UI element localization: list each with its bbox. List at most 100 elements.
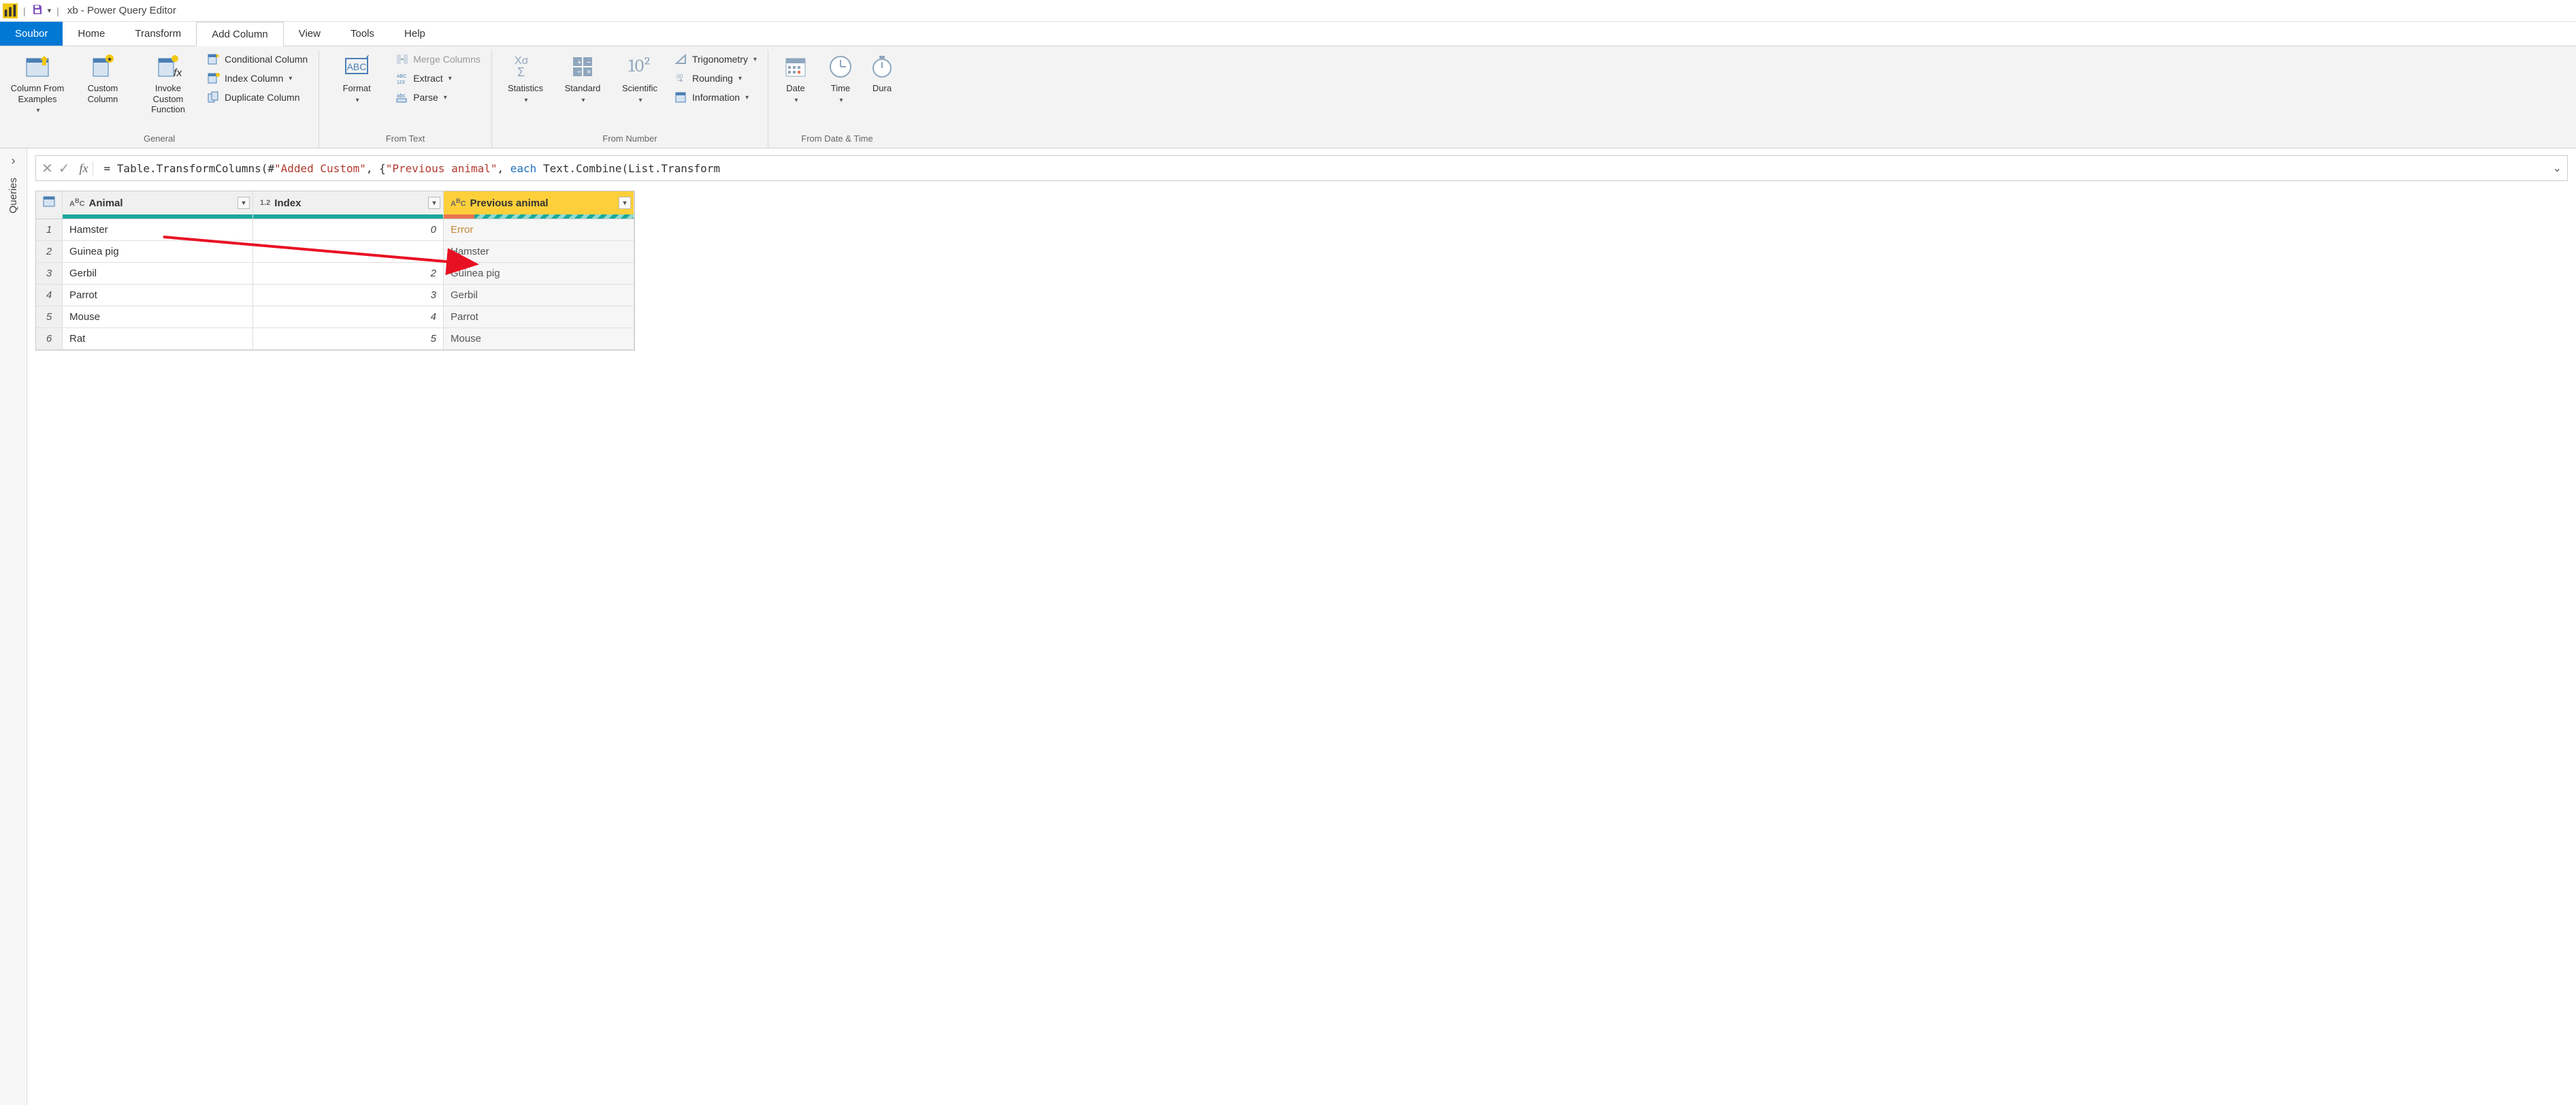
statistics-button[interactable]: XσΣ Statistics ▾	[499, 50, 552, 108]
cell-previous-animal[interactable]: Gerbil	[444, 285, 634, 306]
table-row[interactable]: 3Gerbil2Guinea pig	[36, 263, 634, 285]
duplicate-column-icon	[207, 91, 221, 104]
cell-previous-animal[interactable]: Hamster	[444, 241, 634, 263]
tab-view[interactable]: View	[284, 22, 336, 46]
duplicate-column-button[interactable]: Duplicate Column	[203, 89, 304, 106]
cell-index[interactable]: 5	[253, 328, 444, 350]
queries-label: Queries	[7, 178, 19, 214]
table-row[interactable]: 1Hamster0Error	[36, 219, 634, 241]
cell-index[interactable]: 2	[253, 263, 444, 285]
cell-animal[interactable]: Hamster	[63, 219, 253, 241]
tab-transform[interactable]: Transform	[120, 22, 196, 46]
cell-animal[interactable]: Parrot	[63, 285, 253, 306]
label: Conditional Column	[225, 54, 308, 65]
table-row[interactable]: 4Parrot3Gerbil	[36, 285, 634, 306]
cell-index[interactable]: 0	[253, 219, 444, 241]
information-button[interactable]: Information ▾	[670, 89, 753, 106]
scientific-icon: 10²	[626, 53, 653, 80]
tab-file[interactable]: Soubor	[0, 22, 63, 46]
row-number[interactable]: 1	[36, 219, 63, 241]
commit-formula-button[interactable]: ✓	[59, 160, 70, 177]
rounding-button[interactable]: .00 Rounding ▾	[670, 69, 746, 87]
svg-text:abc: abc	[397, 93, 406, 99]
row-number[interactable]: 6	[36, 328, 63, 350]
cell-index[interactable]	[253, 241, 444, 263]
tab-home[interactable]: Home	[63, 22, 120, 46]
tab-tools[interactable]: Tools	[336, 22, 389, 46]
svg-text:ABC: ABC	[347, 61, 367, 72]
cell-animal[interactable]: Guinea pig	[63, 241, 253, 263]
standard-button[interactable]: +−÷× Standard ▾	[556, 50, 609, 108]
label: Invoke Custom Function	[139, 83, 197, 115]
expand-formula-button[interactable]: ⌄	[2553, 161, 2562, 175]
data-grid: ABC Animal ▾ 1.2 Index ▾	[35, 191, 635, 351]
formula-segment: each	[510, 162, 537, 175]
qat-dropdown[interactable]: ▾	[48, 6, 52, 15]
svg-text:★: ★	[107, 56, 112, 63]
row-number[interactable]: 4	[36, 285, 63, 306]
label: Extract	[413, 73, 443, 84]
merge-columns-icon	[395, 52, 409, 66]
cell-animal[interactable]: Rat	[63, 328, 253, 350]
formula-segment: , {	[366, 162, 386, 175]
tab-help[interactable]: Help	[389, 22, 440, 46]
conditional-column-button[interactable]: Conditional Column	[203, 50, 312, 68]
merge-columns-button[interactable]: Merge Columns	[391, 50, 485, 68]
invoke-function-icon: fx	[154, 53, 182, 80]
custom-column-button[interactable]: ★ Custom Column	[72, 50, 133, 107]
formula-input[interactable]: = Table.TransformColumns(#"Added Custom"…	[99, 162, 2547, 175]
conditional-column-icon	[207, 52, 221, 66]
cell-previous-animal[interactable]: Error	[444, 219, 634, 241]
type-icon: ABC	[69, 197, 85, 208]
filter-dropdown[interactable]: ▾	[428, 197, 440, 209]
date-button[interactable]: Date ▾	[775, 50, 816, 108]
time-button[interactable]: Time ▾	[820, 50, 861, 108]
cancel-formula-button[interactable]: ✕	[42, 160, 53, 177]
cell-index[interactable]: 3	[253, 285, 444, 306]
table-row[interactable]: 5Mouse4Parrot	[36, 306, 634, 328]
column-header-animal[interactable]: ABC Animal ▾	[63, 191, 253, 214]
separator: |	[23, 5, 26, 16]
row-number[interactable]: 5	[36, 306, 63, 328]
svg-text:123: 123	[397, 80, 405, 85]
column-header-index[interactable]: 1.2 Index ▾	[253, 191, 444, 214]
column-name: Animal	[89, 197, 123, 209]
parse-button[interactable]: abc Parse ▾	[391, 89, 451, 106]
trigonometry-button[interactable]: Trigonometry ▾	[670, 50, 761, 68]
filter-dropdown[interactable]: ▾	[238, 197, 250, 209]
cell-previous-animal[interactable]: Guinea pig	[444, 263, 634, 285]
cell-animal[interactable]: Mouse	[63, 306, 253, 328]
expand-queries-button[interactable]: ›	[12, 154, 16, 168]
main-panel: ✕ ✓ fx = Table.TransformColumns(#"Added …	[27, 148, 2576, 1105]
row-number[interactable]: 3	[36, 263, 63, 285]
fx-icon: fx	[76, 161, 93, 176]
label: Time	[831, 83, 850, 94]
label: Duplicate Column	[225, 92, 300, 103]
column-from-examples-button[interactable]: Column From Examples ▾	[7, 50, 68, 118]
table-row[interactable]: 6Rat5Mouse	[36, 328, 634, 350]
cell-animal[interactable]: Gerbil	[63, 263, 253, 285]
format-button[interactable]: ABC Format ▾	[326, 50, 387, 108]
ribbon-group-from-datetime: Date ▾ Time ▾ Dura From Date & Time	[768, 50, 906, 148]
extract-button[interactable]: ABC123 Extract ▾	[391, 69, 456, 87]
row-number[interactable]: 2	[36, 241, 63, 263]
column-header-previous-animal[interactable]: ABC Previous animal ▾	[444, 191, 634, 214]
table-row[interactable]: 2Guinea pig Hamster	[36, 241, 634, 263]
cell-previous-animal[interactable]: Mouse	[444, 328, 634, 350]
invoke-custom-function-button[interactable]: fx Invoke Custom Function	[137, 50, 199, 118]
cell-index[interactable]: 4	[253, 306, 444, 328]
ribbon: Column From Examples ▾ ★ Custom Column f…	[0, 46, 2576, 148]
tab-add-column[interactable]: Add Column	[196, 22, 284, 46]
duration-button[interactable]: Dura	[865, 50, 899, 97]
filter-dropdown[interactable]: ▾	[619, 197, 631, 209]
scientific-button[interactable]: 10² Scientific ▾	[613, 50, 666, 108]
window-title: xb - Power Query Editor	[67, 5, 176, 16]
select-all-corner[interactable]	[36, 191, 63, 214]
save-button[interactable]	[31, 3, 44, 18]
group-label: General	[144, 131, 175, 148]
statistics-icon: XσΣ	[512, 53, 539, 80]
cell-previous-animal[interactable]: Parrot	[444, 306, 634, 328]
index-column-button[interactable]: Index Column ▾	[203, 69, 296, 87]
content-area: › Queries ✕ ✓ fx = Table.TransformColumn…	[0, 148, 2576, 1105]
label: Rounding	[692, 73, 733, 84]
